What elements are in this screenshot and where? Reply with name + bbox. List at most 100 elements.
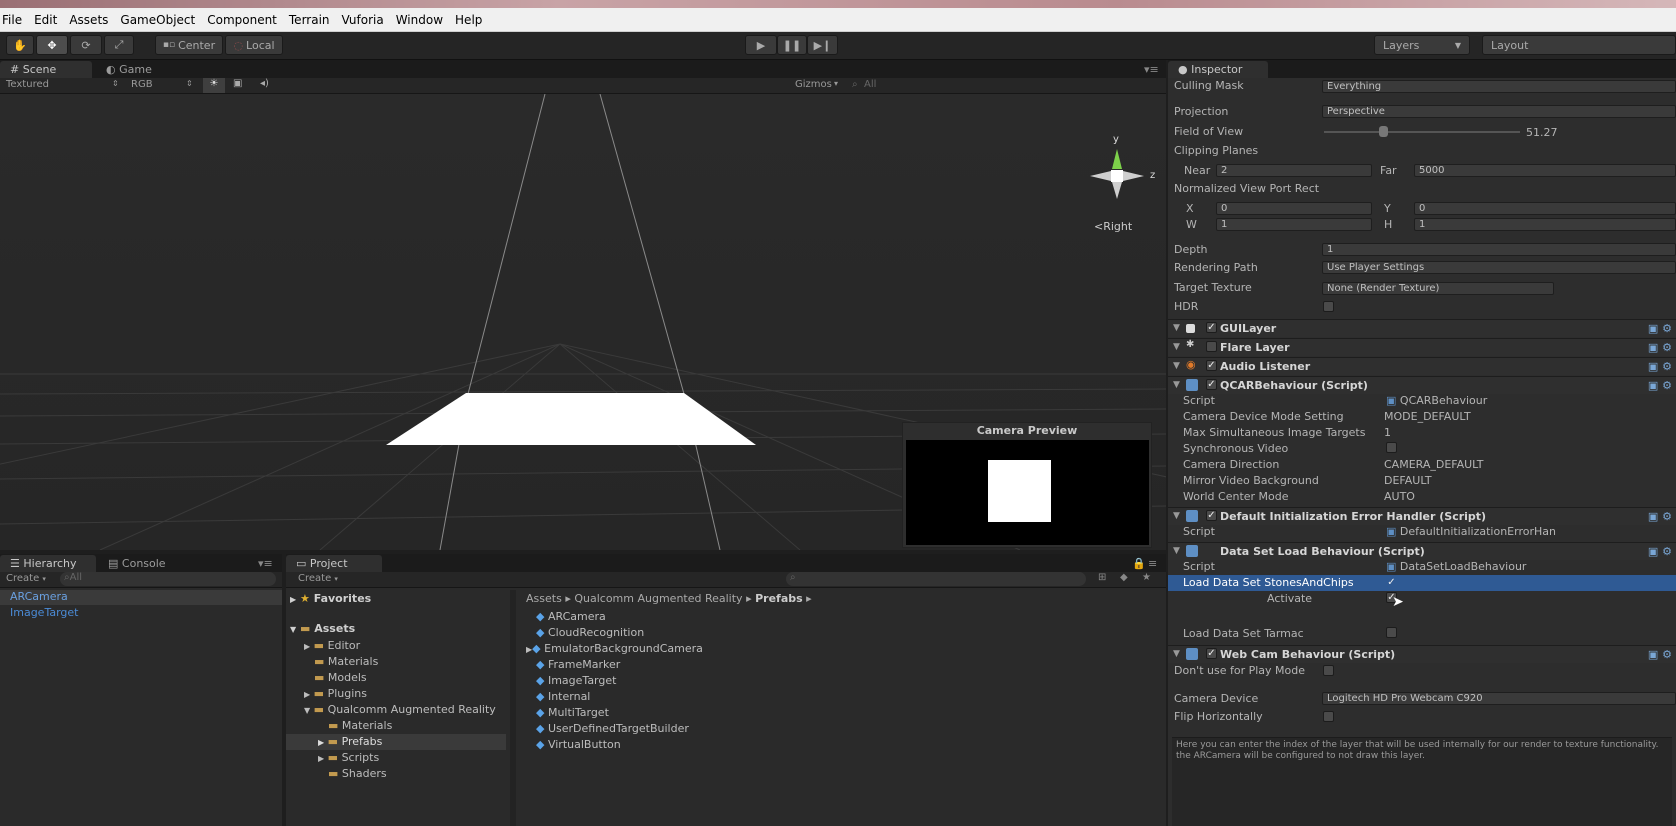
fov-slider-track[interactable] [1324, 131, 1520, 133]
webcam-enabled-checkbox[interactable]: ✓ [1206, 648, 1217, 659]
menu-edit[interactable]: Edit [34, 13, 65, 27]
tree-item-shaders[interactable]: ▬ Shaders [328, 767, 387, 780]
flip-checkbox[interactable] [1323, 711, 1334, 722]
cam-mode-dropdown[interactable]: MODE_DEFAULT [1384, 410, 1471, 423]
projection-dropdown[interactable]: Perspective [1322, 105, 1676, 118]
hierarchy-create-button[interactable]: Create ▾ [6, 573, 46, 584]
dataset-script-field[interactable]: ▣ DataSetLoadBehaviour [1386, 560, 1526, 573]
flare-layer-component-header[interactable]: ▼ ✱ Flare Layer ▣ ⚙ [1168, 338, 1676, 356]
vp-x-field[interactable]: 0 [1216, 202, 1372, 215]
rotate-tool-button[interactable]: ⟳ [70, 35, 102, 55]
file-item[interactable]: ◆ MultiTarget [536, 706, 609, 719]
tab-scene[interactable]: # Scene [0, 61, 92, 78]
gizmo-neg-y-axis[interactable] [1112, 182, 1122, 199]
favorite-search-icon[interactable]: ★ [1142, 572, 1151, 583]
camera-device-dropdown[interactable]: Logitech HD Pro Webcam C920 [1322, 692, 1676, 705]
guilayer-enabled-checkbox[interactable]: ✓ [1206, 322, 1217, 333]
sync-video-checkbox[interactable] [1386, 442, 1397, 453]
component-settings-icon[interactable]: ▣ ⚙ [1648, 510, 1672, 523]
file-item[interactable]: ◆ CloudRecognition [536, 626, 644, 639]
tree-item-editor[interactable]: ▶ ▬ Editor [304, 639, 360, 652]
orientation-gizmo[interactable] [1090, 149, 1144, 199]
tree-item-scripts[interactable]: ▶ ▬ Scripts [318, 751, 379, 764]
webcam-component-header[interactable]: ▼ ✓ Web Cam Behaviour (Script) ▣ ⚙ [1168, 645, 1676, 663]
tree-item-prefabs[interactable]: ▶ ▬ Prefabs [318, 735, 382, 748]
culling-mask-dropdown[interactable]: Everything [1322, 80, 1676, 93]
guilayer-component-header[interactable]: ▼ ✓ GUILayer ▣ ⚙ [1168, 319, 1676, 337]
qcar-component-header[interactable]: ▼ ✓ QCARBehaviour (Script) ▣ ⚙ [1168, 376, 1676, 394]
layers-dropdown[interactable]: Layers ▼ [1374, 35, 1470, 55]
filter-by-label-icon[interactable]: ◆ [1120, 572, 1128, 583]
render-mode-dropdown[interactable]: Textured [6, 79, 49, 90]
hierarchy-item-arcamera[interactable]: ARCamera [10, 590, 68, 603]
tab-project[interactable]: ▭ Project [286, 555, 382, 572]
fov-value[interactable]: 51.27 [1526, 126, 1558, 139]
component-settings-icon[interactable]: ▣ ⚙ [1648, 341, 1672, 354]
component-settings-icon[interactable]: ▣ ⚙ [1648, 360, 1672, 373]
project-lock-icon[interactable]: 🔒 [1132, 555, 1146, 572]
default-init-script-field[interactable]: ▣ DefaultInitializationErrorHan [1386, 525, 1556, 538]
vp-y-field[interactable]: 0 [1414, 202, 1676, 215]
breadcrumb-qualcomm[interactable]: Qualcomm Augmented Reality [574, 592, 742, 605]
scene-pane-menu-icon[interactable]: ▾≡ [1144, 61, 1159, 78]
hierarchy-search-input[interactable]: ⌕All [60, 572, 276, 586]
near-field[interactable]: 2 [1216, 164, 1372, 177]
project-pane-menu-icon[interactable]: ≡ [1148, 555, 1157, 572]
project-splitter[interactable] [510, 590, 516, 826]
menu-file[interactable]: File [2, 13, 30, 27]
gizmos-dropdown[interactable]: Gizmos [795, 79, 832, 90]
gizmo-center[interactable] [1111, 170, 1123, 182]
project-search-input[interactable]: ⌕ [786, 572, 1086, 586]
scene-search-input[interactable]: All [864, 79, 876, 90]
dataset-component-header[interactable]: ▼ Data Set Load Behaviour (Script) ▣ ⚙ [1168, 542, 1676, 560]
depth-field[interactable]: 1 [1322, 243, 1676, 256]
scene-viewport[interactable]: y z <Right Camera Preview [0, 94, 1166, 550]
tab-console[interactable]: ▤ Console [98, 555, 188, 572]
file-item[interactable]: ◆ ARCamera [536, 610, 606, 623]
vp-h-field[interactable]: 1 [1414, 218, 1676, 231]
qcar-script-field[interactable]: ▣ QCARBehaviour [1386, 394, 1487, 407]
layout-dropdown[interactable]: Layout [1482, 35, 1676, 55]
file-item[interactable]: ◆ FrameMarker [536, 658, 620, 671]
play-button[interactable]: ▶ [745, 35, 777, 55]
menu-help[interactable]: Help [455, 13, 490, 27]
tree-item-plugins[interactable]: ▶ ▬ Plugins [304, 687, 367, 700]
scene-lighting-toggle-icon[interactable]: ☀ [203, 78, 225, 93]
far-field[interactable]: 5000 [1414, 164, 1676, 177]
filter-by-type-icon[interactable]: ⊞ [1098, 572, 1106, 583]
file-item[interactable]: ◆ ImageTarget [536, 674, 616, 687]
tree-item-models[interactable]: ▬ Models [314, 671, 367, 684]
pause-button[interactable]: ❚❚ [777, 35, 807, 55]
hand-tool-button[interactable]: ✋ [6, 35, 34, 55]
file-item[interactable]: ◆ UserDefinedTargetBuilder [536, 722, 689, 735]
move-tool-button[interactable]: ✥ [36, 35, 68, 55]
menu-vuforia[interactable]: Vuforia [342, 13, 392, 27]
component-settings-icon[interactable]: ▣ ⚙ [1648, 379, 1672, 392]
dont-use-checkbox[interactable] [1323, 665, 1334, 676]
qcar-enabled-checkbox[interactable]: ✓ [1206, 379, 1217, 390]
gizmo-y-axis[interactable] [1112, 149, 1122, 169]
scene-fx-toggle-icon[interactable]: ▣ [233, 78, 242, 89]
load-tarmac-checkbox[interactable] [1386, 627, 1397, 638]
favorites-node[interactable]: ▶ ★ Favorites [290, 592, 371, 605]
target-texture-field[interactable]: None (Render Texture) [1322, 282, 1554, 295]
pivot-center-button[interactable]: ▪▫ Center [155, 35, 223, 55]
tree-item-qcar-materials[interactable]: ▬ Materials [328, 719, 392, 732]
project-create-button[interactable]: Create ▾ [298, 573, 338, 584]
flare-layer-enabled-checkbox[interactable] [1206, 341, 1217, 352]
menu-gameobject[interactable]: GameObject [120, 13, 203, 27]
breadcrumb-prefabs[interactable]: Prefabs [755, 592, 803, 605]
scene-audio-toggle-icon[interactable]: ◂) [260, 78, 269, 89]
color-mode-dropdown[interactable]: RGB [131, 79, 153, 90]
hierarchy-item-imagetarget[interactable]: ImageTarget [10, 606, 78, 619]
fov-slider-thumb[interactable] [1378, 126, 1388, 137]
default-init-component-header[interactable]: ▼ ✓ Default Initialization Error Handler… [1168, 507, 1676, 525]
menu-terrain[interactable]: Terrain [289, 13, 338, 27]
max-targets-field[interactable]: 1 [1384, 426, 1391, 439]
file-item[interactable]: ▶◆ EmulatorBackgroundCamera [526, 642, 703, 655]
breadcrumb-assets[interactable]: Assets [526, 592, 562, 605]
gizmo-z-axis[interactable] [1123, 171, 1144, 181]
menu-assets[interactable]: Assets [69, 13, 116, 27]
rendering-path-dropdown[interactable]: Use Player Settings [1322, 261, 1676, 274]
menu-window[interactable]: Window [396, 13, 451, 27]
